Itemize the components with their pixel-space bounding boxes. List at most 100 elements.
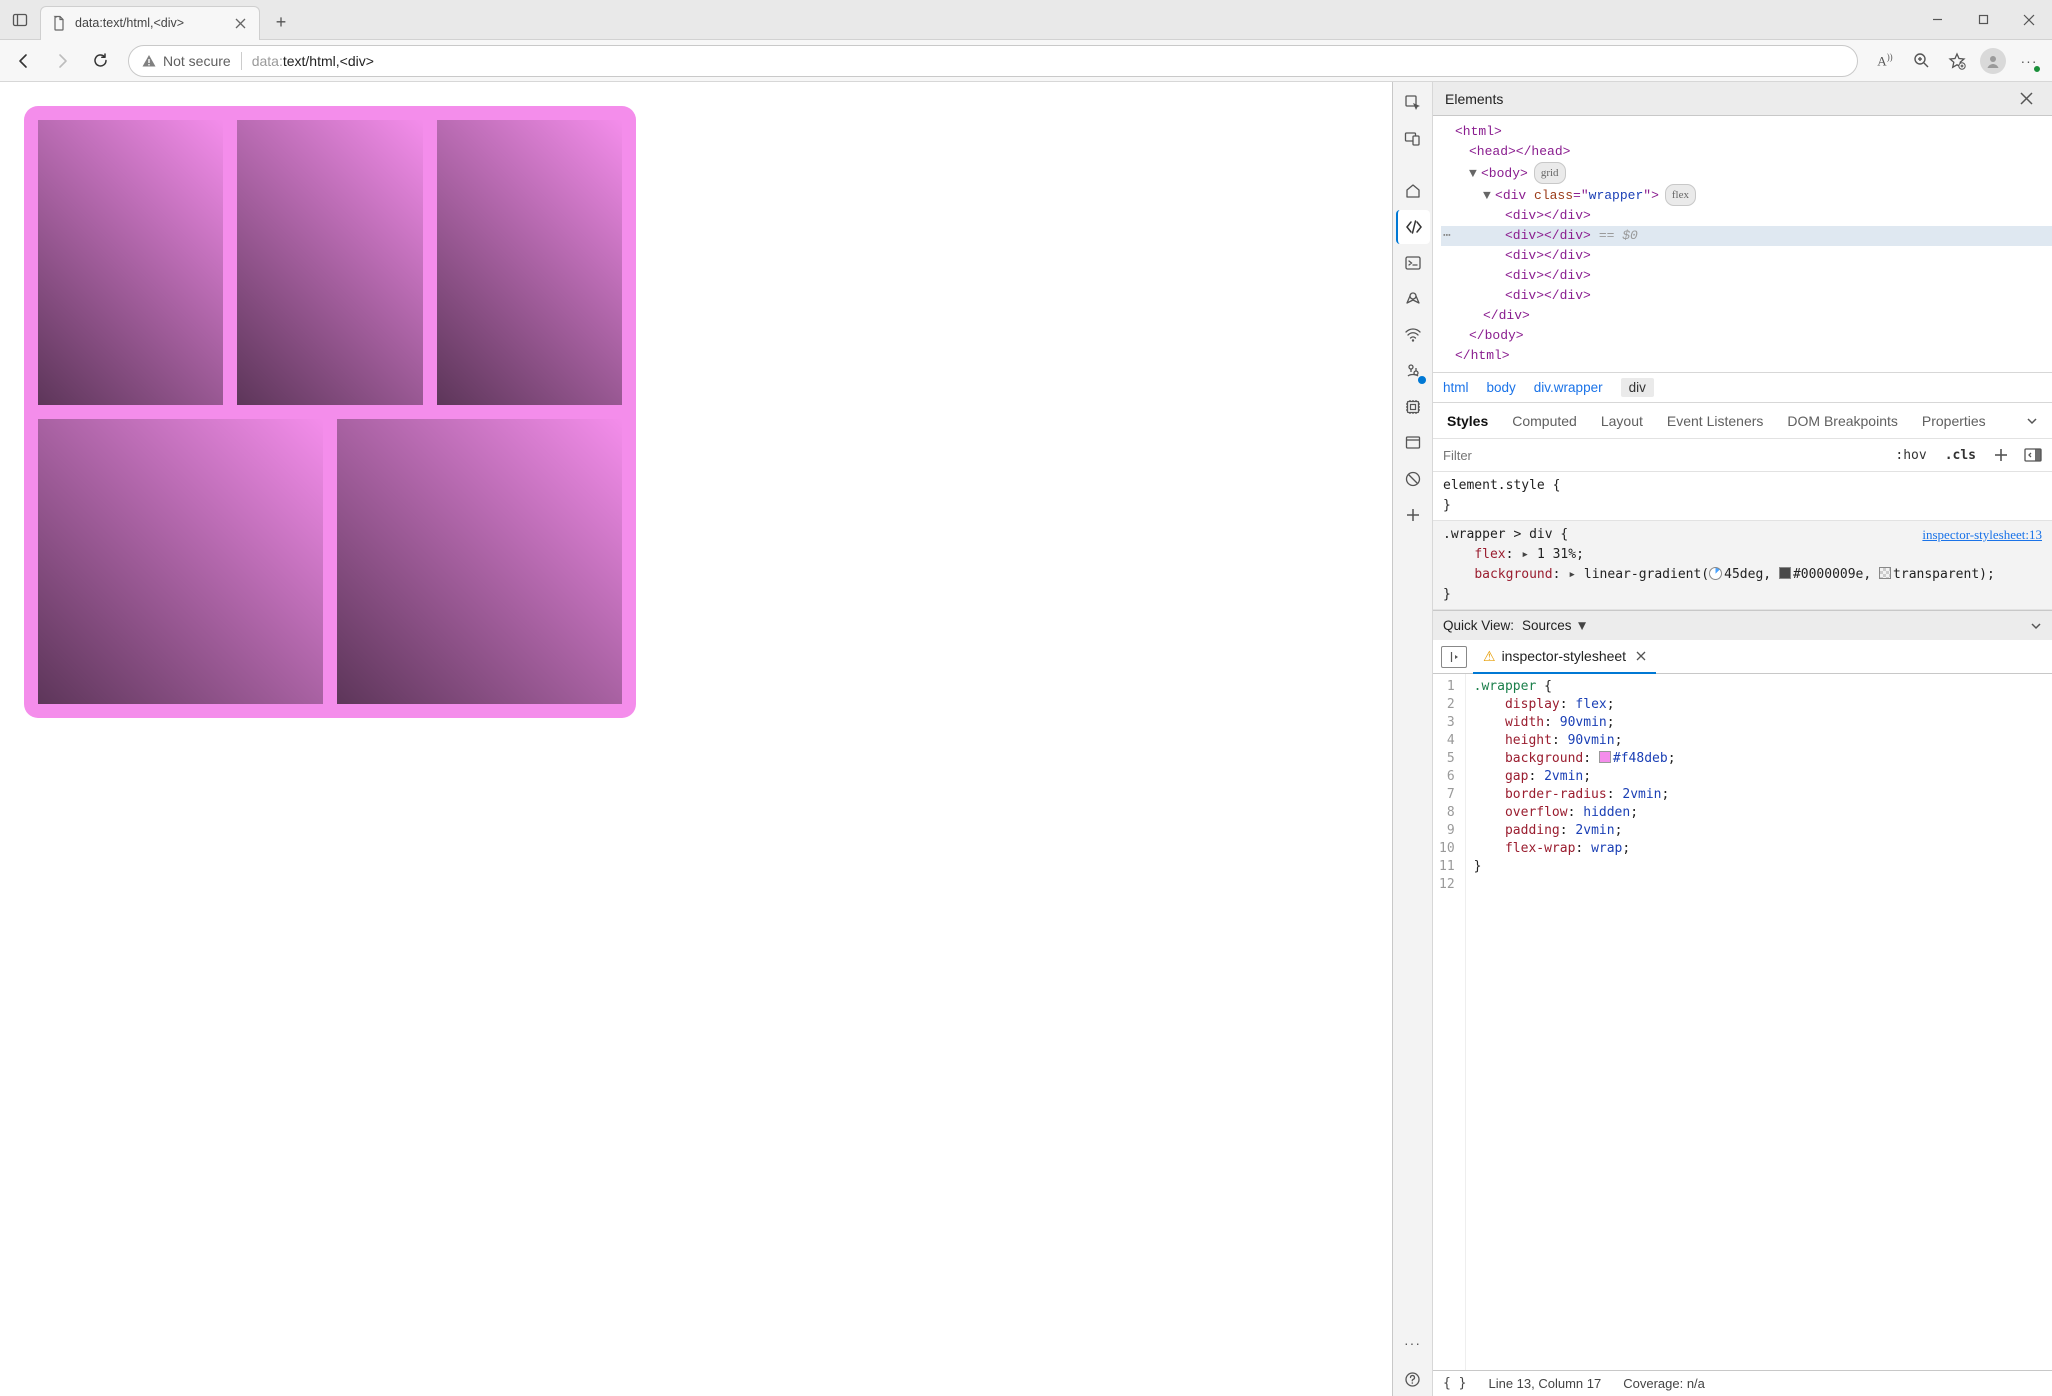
quick-view-label: Quick View:	[1443, 618, 1514, 633]
welcome-tool-button[interactable]	[1396, 174, 1430, 208]
close-window-button[interactable]	[2006, 0, 2052, 40]
dom-node[interactable]: </html>	[1441, 346, 2052, 366]
breadcrumb-item[interactable]: div.wrapper	[1534, 380, 1603, 395]
help-button[interactable]	[1396, 1362, 1430, 1396]
page-viewport[interactable]	[0, 82, 1392, 1396]
file-tab[interactable]: ⚠ inspector-stylesheet	[1473, 641, 1656, 674]
devtools-activity-bar: ···	[1393, 82, 1433, 1396]
close-devtools-button[interactable]	[2012, 85, 2040, 113]
more-tools-button[interactable]	[1396, 498, 1430, 532]
tab-layout[interactable]: Layout	[1601, 413, 1643, 429]
breadcrumb-item[interactable]: body	[1487, 380, 1516, 395]
read-aloud-button[interactable]: A))	[1868, 44, 1902, 78]
coverage-status: Coverage: n/a	[1623, 1376, 1705, 1391]
sources-tool-button[interactable]	[1396, 282, 1430, 316]
tab-close-button[interactable]	[231, 14, 249, 32]
source-editor[interactable]: 123456789101112 .wrapper { display: flex…	[1433, 674, 2052, 1370]
devtools-panel: ··· Elements <html> <head></head> ▼<body…	[1392, 82, 2052, 1396]
device-emulation-button[interactable]	[1396, 122, 1430, 156]
editor-statusbar: { } Line 13, Column 17 Coverage: n/a	[1433, 1370, 2052, 1396]
network-tool-button[interactable]	[1396, 318, 1430, 352]
dom-node[interactable]: <div></div>	[1441, 206, 2052, 226]
dom-node[interactable]: <head></head>	[1441, 142, 2052, 162]
dom-node[interactable]: <div></div>	[1441, 286, 2052, 306]
panel-title: Elements	[1445, 91, 1503, 107]
tab-properties[interactable]: Properties	[1922, 413, 1986, 429]
warning-icon	[141, 53, 157, 69]
new-tab-button[interactable]: +	[264, 6, 298, 40]
browser-toolbar: Not secure data:text/html,<div> A)) ···	[0, 40, 2052, 82]
rule-source-link[interactable]: inspector-stylesheet:13	[1922, 525, 2042, 545]
dom-node[interactable]: </body>	[1441, 326, 2052, 346]
styles-subtabs: Styles Computed Layout Event Listeners D…	[1433, 402, 2052, 438]
settings-menu-button[interactable]: ···	[1396, 1326, 1430, 1360]
style-rule[interactable]: inspector-stylesheet:13 .wrapper > div {…	[1433, 520, 2052, 610]
collapse-quick-view-button[interactable]	[2030, 620, 2042, 632]
application-tool-button[interactable]	[1396, 426, 1430, 460]
styles-pane[interactable]: element.style { } inspector-stylesheet:1…	[1433, 472, 2052, 610]
dom-node-selected[interactable]: <div></div>== $0	[1441, 226, 2052, 246]
rendered-box	[337, 419, 622, 704]
divider	[241, 52, 242, 70]
window-controls	[1914, 0, 2052, 40]
format-button[interactable]: { }	[1443, 1376, 1466, 1391]
dom-node[interactable]: ▼<body>grid	[1441, 162, 2052, 184]
avatar-icon	[1980, 48, 2006, 74]
back-button[interactable]	[6, 43, 42, 79]
security-indicator[interactable]: Not secure	[141, 53, 231, 69]
dom-node[interactable]: </div>	[1441, 306, 2052, 326]
file-icon	[51, 15, 67, 31]
address-bar[interactable]: Not secure data:text/html,<div>	[128, 45, 1858, 77]
dom-node[interactable]: <div></div>	[1441, 246, 2052, 266]
editor-code[interactable]: .wrapper { display: flex; width: 90vmin;…	[1466, 674, 1684, 1370]
forward-button[interactable]	[44, 43, 80, 79]
dom-node[interactable]: ▼<div class="wrapper">flex	[1441, 184, 2052, 206]
inspect-element-button[interactable]	[1396, 86, 1430, 120]
profile-button[interactable]	[1976, 44, 2010, 78]
angle-swatch-icon[interactable]	[1709, 567, 1722, 580]
warning-icon: ⚠	[1483, 648, 1496, 665]
toggle-cls-button[interactable]: .cls	[1941, 448, 1980, 463]
new-style-rule-button[interactable]	[1990, 444, 2012, 466]
memory-tool-button[interactable]	[1396, 390, 1430, 424]
toggle-computed-sidebar-button[interactable]	[2022, 444, 2044, 466]
tab-computed[interactable]: Computed	[1512, 413, 1577, 429]
color-swatch-icon[interactable]	[1879, 567, 1891, 579]
rendered-box	[38, 120, 223, 405]
maximize-button[interactable]	[1960, 0, 2006, 40]
browser-tab[interactable]: data:text/html,<div>	[40, 6, 260, 40]
menu-button[interactable]: ···	[2012, 44, 2046, 78]
url-text: data:text/html,<div>	[252, 53, 374, 69]
cursor-position: Line 13, Column 17	[1488, 1376, 1601, 1391]
tab-styles[interactable]: Styles	[1447, 413, 1488, 429]
breadcrumb-item[interactable]: html	[1443, 380, 1469, 395]
performance-tool-button[interactable]	[1396, 354, 1430, 388]
tab-dom-breakpoints[interactable]: DOM Breakpoints	[1787, 413, 1897, 429]
quick-view-dropdown[interactable]: Sources ▼	[1522, 618, 1589, 633]
toggle-navigator-button[interactable]	[1441, 646, 1467, 668]
chevron-down-icon[interactable]	[2026, 415, 2038, 427]
zoom-button[interactable]	[1904, 44, 1938, 78]
reload-button[interactable]	[82, 43, 118, 79]
color-swatch-icon[interactable]	[1779, 567, 1791, 579]
toggle-hov-button[interactable]: :hov	[1891, 448, 1930, 463]
security-label: Not secure	[163, 53, 231, 69]
elements-tool-button[interactable]	[1396, 210, 1430, 244]
sources-tabbar: ⚠ inspector-stylesheet	[1433, 640, 2052, 674]
security-tool-button[interactable]	[1396, 462, 1430, 496]
tab-actions-button[interactable]	[0, 0, 40, 40]
rendered-box	[38, 419, 323, 704]
favorites-button[interactable]	[1940, 44, 1974, 78]
dom-node[interactable]: <html>	[1441, 122, 2052, 142]
breadcrumb-item-current[interactable]: div	[1621, 378, 1654, 397]
minimize-button[interactable]	[1914, 0, 1960, 40]
rendered-wrapper	[24, 106, 636, 718]
close-file-tab-button[interactable]	[1636, 651, 1646, 661]
dom-node[interactable]: <div></div>	[1441, 266, 2052, 286]
dom-breadcrumb: html body div.wrapper div	[1433, 372, 2052, 402]
dom-tree[interactable]: <html> <head></head> ▼<body>grid ▼<div c…	[1433, 116, 2052, 372]
console-tool-button[interactable]	[1396, 246, 1430, 280]
tab-event-listeners[interactable]: Event Listeners	[1667, 413, 1764, 429]
style-rule[interactable]: element.style { }	[1433, 472, 2052, 520]
styles-filter-input[interactable]	[1441, 443, 1881, 467]
